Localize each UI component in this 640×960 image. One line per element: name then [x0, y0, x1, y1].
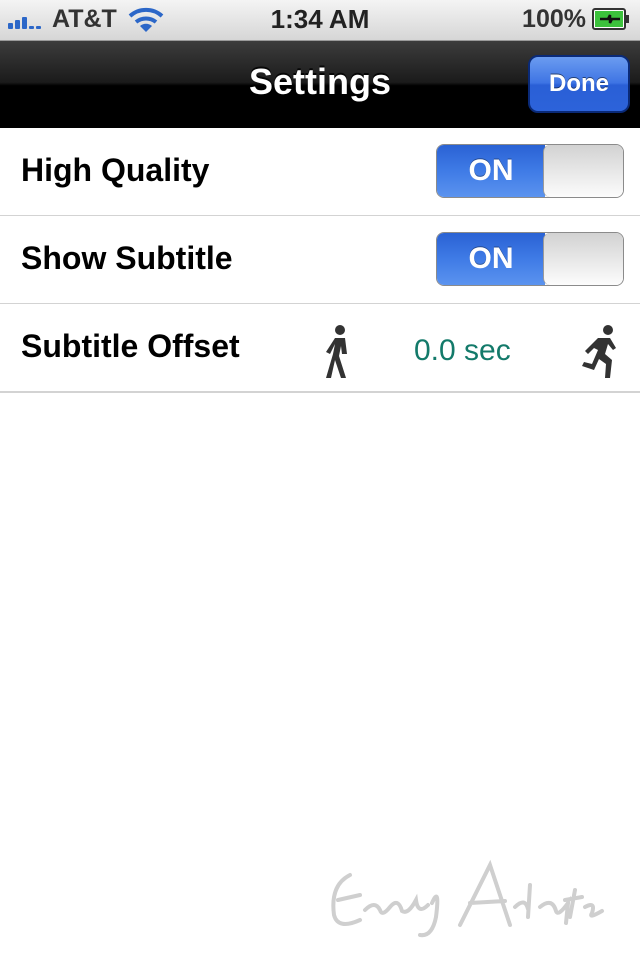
battery-percent: 100% — [522, 5, 586, 33]
switch-on-text: ON — [437, 145, 545, 197]
walk-icon[interactable] — [320, 324, 360, 380]
show-subtitle-switch[interactable]: ON — [436, 232, 624, 286]
run-icon[interactable] — [580, 324, 620, 380]
done-button[interactable]: Done — [528, 55, 630, 113]
setting-row-high-quality: High Quality ON — [0, 128, 640, 217]
subtitle-offset-value: 0.0 sec — [414, 334, 511, 367]
watermark-logo — [331, 859, 604, 938]
switch-on-text: ON — [437, 233, 545, 285]
status-bar: AT&T 1:34 AM 100% — [0, 0, 640, 41]
setting-row-subtitle-offset: Subtitle Offset 0.0 sec — [0, 304, 640, 393]
show-subtitle-label: Show Subtitle — [21, 240, 233, 276]
high-quality-label: High Quality — [21, 152, 210, 188]
subtitle-offset-label: Subtitle Offset — [21, 328, 240, 364]
high-quality-switch[interactable]: ON — [436, 144, 624, 198]
switch-knob[interactable] — [543, 145, 623, 197]
battery-charging-icon — [592, 8, 629, 30]
navigation-bar: Settings Done — [0, 41, 640, 128]
setting-row-show-subtitle: Show Subtitle ON — [0, 216, 640, 305]
switch-knob[interactable] — [543, 233, 623, 285]
